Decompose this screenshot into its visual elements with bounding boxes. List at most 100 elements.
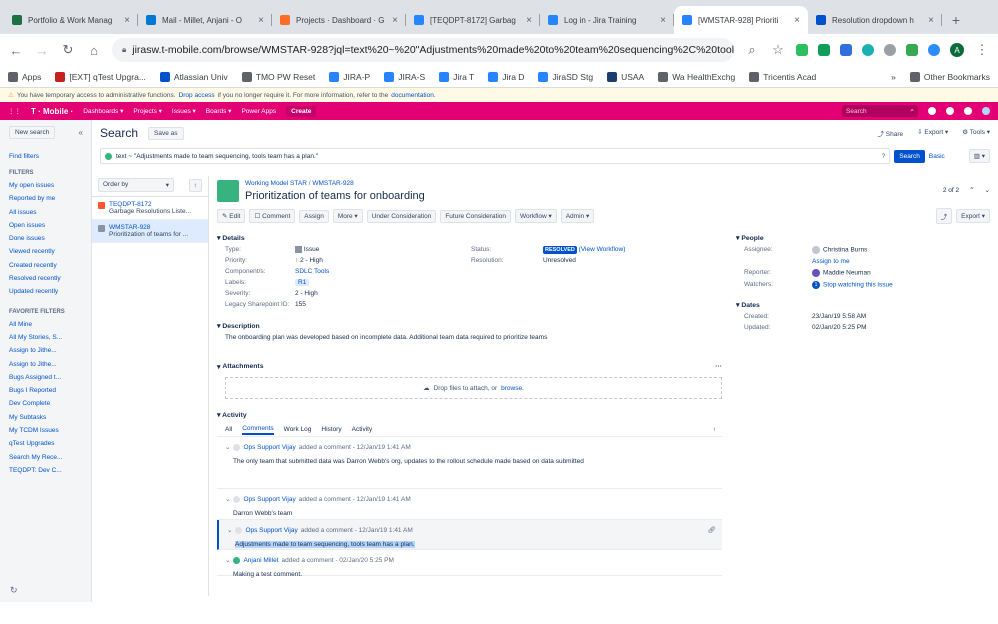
people-heading[interactable]: ▾ People xyxy=(736,234,990,242)
share-button[interactable]: ⤴ Share xyxy=(877,128,903,138)
comment-author[interactable]: Ops Support Vijay xyxy=(243,444,295,451)
browse-link[interactable]: browse. xyxy=(501,385,524,392)
favorite-filter-link[interactable]: Bugs I Reported xyxy=(9,384,91,397)
top-nav-item[interactable]: Dashboards ▾ xyxy=(83,107,123,115)
component-link[interactable]: SDLC Tools xyxy=(295,268,471,275)
browser-tab[interactable]: [TEQDPT-8172] Garbag × xyxy=(406,6,540,34)
result-item[interactable]: TEQDPT-8172 Garbage Resolutions Liste... xyxy=(92,197,208,220)
browser-tab[interactable]: Resolution dropdown h × xyxy=(808,6,942,34)
comment-body[interactable]: Adjustments made to team sequencing, too… xyxy=(235,541,722,549)
comment-author[interactable]: Anjani Millet xyxy=(243,557,278,564)
close-tab-icon[interactable]: × xyxy=(258,15,264,26)
close-tab-icon[interactable]: × xyxy=(660,15,666,26)
activity-tab[interactable]: Work Log xyxy=(284,426,312,433)
home-icon[interactable]: ⌂ xyxy=(86,43,102,58)
filter-link[interactable]: My open issues xyxy=(9,179,91,192)
comment-body[interactable]: Darron Webb's team xyxy=(233,510,722,517)
reporter-name[interactable]: Maddie Neuman xyxy=(823,270,871,277)
help-icon[interactable] xyxy=(946,107,954,115)
gray-extension-icon[interactable] xyxy=(884,44,896,56)
check-extension-icon[interactable] xyxy=(906,44,918,56)
zoom-icon[interactable]: ⌕ xyxy=(744,42,760,58)
result-item[interactable]: WMSTAR-928 Prioritization of teams for ..… xyxy=(92,220,208,243)
ms-extension-icon[interactable] xyxy=(840,44,852,56)
bookmark-item[interactable]: TMO PW Reset xyxy=(241,71,315,82)
browser-tab[interactable]: Projects · Dashboard · G × xyxy=(272,6,406,34)
filter-link[interactable]: Done issues xyxy=(9,232,91,245)
browser-tab[interactable]: [WMSTAR-928] Prioriti × xyxy=(674,6,808,34)
jira-search-input[interactable]: Search ⌕ xyxy=(842,105,918,117)
activity-tab[interactable]: All xyxy=(225,426,232,433)
new-search-button[interactable]: New search xyxy=(9,126,56,139)
label-tag[interactable]: R1 xyxy=(295,279,310,287)
filter-link[interactable]: All issues xyxy=(9,206,91,219)
reload-icon[interactable]: ↻ xyxy=(60,42,76,58)
result-key[interactable]: TEQDPT-8172 xyxy=(109,201,191,208)
favorite-filter-link[interactable]: Dev Complete xyxy=(9,397,91,410)
attachment-drop-zone[interactable]: ☁ Drop files to attach, or browse. xyxy=(225,377,722,400)
user-avatar[interactable] xyxy=(982,107,990,115)
close-tab-icon[interactable]: × xyxy=(124,15,130,26)
toolbar-button-5[interactable]: Under Consideration xyxy=(366,209,437,223)
favorite-filter-link[interactable]: All My Stories, S... xyxy=(9,331,91,344)
back-icon[interactable]: ← xyxy=(8,43,24,58)
details-heading[interactable]: ▾ Details xyxy=(217,234,722,242)
sort-activity-icon[interactable]: ↑ xyxy=(713,426,716,433)
filter-link[interactable]: Reported by me xyxy=(9,192,91,205)
attachments-heading[interactable]: ▾ Attachments ··· xyxy=(217,363,722,371)
bookmark-item[interactable]: JIRA-P xyxy=(329,71,370,82)
save-as-button[interactable]: Save as xyxy=(148,126,184,140)
favorite-filter-link[interactable]: My TCDM Issues xyxy=(9,424,91,437)
browser-tab[interactable]: Log in - Jira Training × xyxy=(540,6,674,34)
close-tab-icon[interactable]: × xyxy=(526,15,532,26)
app-switcher-icon[interactable]: ⋮⋮ xyxy=(8,107,21,115)
filter-link[interactable]: Resolved recently xyxy=(9,272,91,285)
zoom-extension-icon[interactable] xyxy=(928,44,940,56)
bookmark-item[interactable]: Apps xyxy=(8,71,41,82)
settings-icon[interactable] xyxy=(964,107,972,115)
share-icon[interactable]: ⤴ xyxy=(935,208,953,224)
status-badge[interactable]: RESOLVED xyxy=(543,246,577,254)
issue-summary[interactable]: Prioritization of teams for onboarding xyxy=(245,190,937,202)
bookmark-item[interactable]: Jira D xyxy=(488,71,524,82)
drop-access-link[interactable]: Drop access xyxy=(179,92,215,99)
profile-avatar[interactable]: A xyxy=(950,43,964,57)
comment-body[interactable]: The only team that submitted data was Da… xyxy=(233,458,722,465)
top-nav-item[interactable]: Issues ▾ xyxy=(172,107,196,115)
top-nav-item[interactable]: Power Apps xyxy=(241,108,276,115)
refresh-icon[interactable]: ↻ xyxy=(10,585,18,596)
prev-issue-icon[interactable]: ⌃ xyxy=(969,186,974,194)
toolbar-button-3[interactable]: Assign xyxy=(299,209,329,223)
browser-tab[interactable]: Portfolio & Work Manag × xyxy=(4,6,138,34)
close-tab-icon[interactable]: × xyxy=(928,15,934,26)
collapse-comment-icon[interactable]: ⌄ xyxy=(225,443,230,451)
next-issue-icon[interactable]: ⌄ xyxy=(985,186,990,194)
activity-heading[interactable]: ▾ Activity xyxy=(217,411,722,419)
new-tab-button[interactable]: + xyxy=(942,6,970,34)
favorite-filter-link[interactable]: Assign to Jithe... xyxy=(9,358,91,371)
result-key[interactable]: WMSTAR-928 xyxy=(109,224,188,231)
collapse-comment-icon[interactable]: ⌄ xyxy=(225,556,230,564)
more-bookmarks-icon[interactable]: » xyxy=(891,72,896,82)
stop-watching-link[interactable]: Stop watching this issue xyxy=(823,282,893,289)
description-heading[interactable]: ▾ Description xyxy=(217,322,722,330)
toolbar-button-2[interactable]: ☐ Comment xyxy=(249,209,296,223)
bookmark-item[interactable]: Wa HealthExchg xyxy=(658,71,735,82)
basic-mode-link[interactable]: Basic xyxy=(929,153,945,160)
filter-link[interactable]: Updated recently xyxy=(9,285,91,298)
assign-to-me-link[interactable]: Assign to me xyxy=(812,258,990,265)
sort-direction-button[interactable]: ↑ xyxy=(188,178,202,192)
bookmark-item[interactable]: JiraSD Stg xyxy=(538,71,593,82)
favorite-filter-link[interactable]: TEQDPT: Dev C... xyxy=(9,464,91,477)
project-breadcrumb[interactable]: Working Model STAR xyxy=(245,180,307,187)
toolbar-button-1[interactable]: ✎ Edit xyxy=(217,209,246,223)
browser-tab[interactable]: Mail - Millet, Anjani - O × xyxy=(138,6,272,34)
documentation-link[interactable]: documentation. xyxy=(391,92,435,99)
find-filters-link[interactable]: Find filters xyxy=(9,153,39,160)
search-button[interactable]: Search xyxy=(894,149,925,163)
filter-link[interactable]: Viewed recently xyxy=(9,245,91,258)
toolbar-button-4[interactable]: More ▾ xyxy=(332,209,363,223)
teal-extension-icon[interactable] xyxy=(862,44,874,56)
toolbar-button-8[interactable]: Admin ▾ xyxy=(560,209,595,223)
comment-author[interactable]: Ops Support Vijay xyxy=(243,496,295,503)
